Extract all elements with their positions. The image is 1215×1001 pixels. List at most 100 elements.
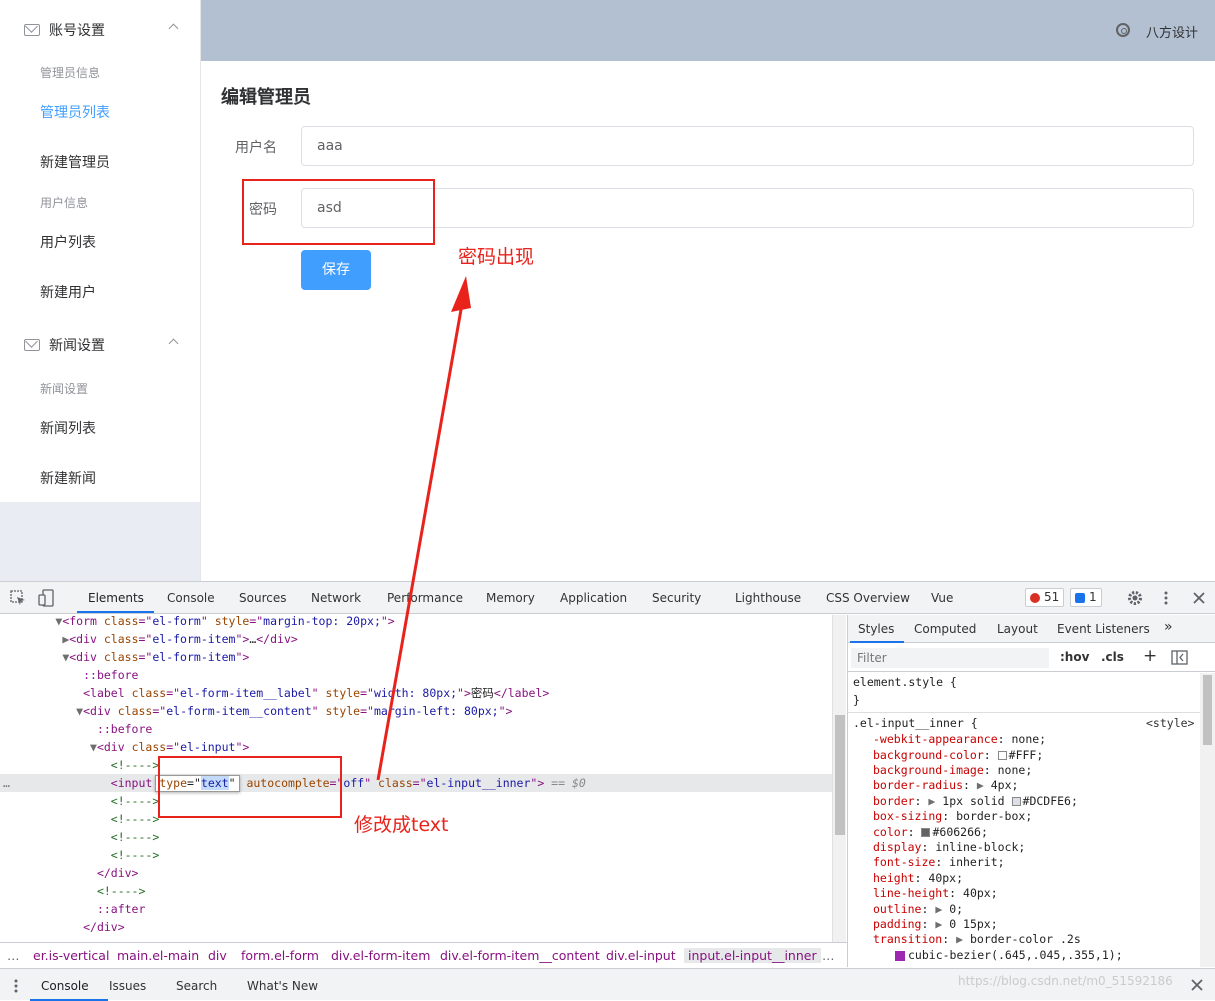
tab-network[interactable]: Network [311, 591, 361, 605]
breadcrumb-item[interactable]: main.el-main [117, 948, 199, 963]
menu-group-user-info: 用户信息 [40, 195, 89, 210]
more-options-icon[interactable] [1161, 590, 1171, 606]
css-declaration[interactable]: color: #606266; [873, 824, 988, 840]
close-devtools-icon[interactable] [1192, 591, 1206, 605]
dom-node[interactable]: <!----> [0, 792, 832, 810]
dom-tree-scrollbar[interactable] [832, 615, 846, 942]
close-drawer-icon[interactable] [1191, 979, 1203, 991]
breadcrumb-item[interactable]: div.el-form-item [331, 948, 430, 963]
scrollbar-thumb[interactable] [1203, 675, 1212, 745]
scrollbar-thumb[interactable] [835, 715, 845, 835]
css-declaration[interactable]: cubic-bezier(.645,.045,.355,1); [895, 947, 1123, 963]
breadcrumb-item-current[interactable]: input.el-input__inner [684, 948, 821, 963]
tab-memory[interactable]: Memory [486, 591, 535, 605]
dom-node[interactable]: <!----> [0, 846, 832, 864]
css-selector: element.style { [853, 675, 957, 689]
breadcrumb-item[interactable]: div.el-form-item__content [440, 948, 600, 963]
page-title: 编辑管理员 [221, 87, 311, 108]
tab-sources[interactable]: Sources [239, 591, 286, 605]
css-selector: .el-input__inner { [853, 716, 978, 730]
tab-computed[interactable]: Computed [914, 622, 976, 636]
drawer-tab-console[interactable]: Console [41, 979, 89, 993]
chevron-up-icon [168, 23, 179, 34]
css-declaration[interactable]: border-radius: ▶ 4px; [873, 777, 1018, 793]
menu-item-new-admin[interactable]: 新建管理员 [0, 142, 200, 182]
menu-item-user-list[interactable]: 用户列表 [0, 222, 200, 262]
tab-css-overview[interactable]: CSS Overview [826, 591, 910, 605]
breadcrumb-item[interactable]: div.el-input [606, 948, 676, 963]
watermark: https://blog.csdn.net/m0_51592186 [958, 974, 1173, 988]
css-declaration[interactable]: line-height: 40px; [873, 885, 998, 901]
css-declaration[interactable]: background-image: none; [873, 762, 1032, 778]
more-tabs-icon[interactable]: » [1164, 619, 1173, 635]
breadcrumb-item[interactable]: er.is-vertical [33, 948, 109, 963]
css-brace: } [853, 693, 860, 707]
menu-item-new-news[interactable]: 新建新闻 [0, 458, 200, 498]
web-app: 账号设置 管理员信息 管理员列表 新建管理员 用户信息 用户列表 新建用户 新闻… [0, 0, 1215, 581]
css-declaration[interactable]: height: 40px; [873, 870, 963, 886]
tab-styles[interactable]: Styles [858, 622, 894, 636]
save-button[interactable]: 保存 [301, 250, 371, 290]
submenu-title-label: 新闻设置 [49, 338, 105, 354]
styles-tab-bar: Styles Computed Layout Event Listeners » [848, 615, 1215, 643]
dom-node[interactable]: </div> [0, 918, 832, 936]
css-declaration[interactable]: display: inline-block; [873, 839, 1025, 855]
css-declaration[interactable]: background-color: #FFF; [873, 747, 1043, 763]
tab-security[interactable]: Security [652, 591, 701, 605]
submenu-news-settings[interactable]: 新闻设置 [0, 317, 200, 373]
menu-item-new-user[interactable]: 新建用户 [0, 272, 200, 312]
styles-scrollbar[interactable] [1200, 673, 1215, 967]
dom-node[interactable]: <!----> [0, 882, 832, 900]
tab-application[interactable]: Application [560, 591, 627, 605]
annotation-password-shown: 密码出现 [458, 246, 535, 268]
css-declaration[interactable]: border: ▶ 1px solid #DCDFE6; [873, 793, 1078, 809]
hover-state-toggle[interactable]: :hov [1060, 650, 1089, 664]
toggle-sidebar-icon[interactable] [1171, 650, 1188, 665]
dom-node[interactable]: </div> [0, 864, 832, 882]
tab-console[interactable]: Console [167, 591, 215, 605]
css-declaration[interactable]: font-size: inherit; [873, 854, 1005, 870]
tab-lighthouse[interactable]: Lighthouse [735, 591, 801, 605]
css-declaration[interactable]: box-sizing: border-box; [873, 808, 1032, 824]
menu-group-admin-info: 管理员信息 [40, 65, 101, 80]
header-user-name[interactable]: 八方设计 [1146, 22, 1198, 41]
tab-event-listeners[interactable]: Event Listeners [1057, 622, 1150, 636]
username-input[interactable]: aaa [301, 126, 1194, 166]
device-toolbar-icon[interactable] [38, 589, 56, 607]
message-count-badge[interactable]: 1 [1070, 588, 1102, 607]
main-content: 编辑管理员 用户名 aaa 密码 asd 保存 密码出现 [201, 61, 1215, 581]
submenu-account-settings[interactable]: 账号设置 [0, 2, 200, 58]
breadcrumb-item[interactable]: div [208, 948, 227, 963]
annotation-changed-to-text: 修改成text [354, 814, 449, 836]
drawer-tab-issues[interactable]: Issues [109, 979, 146, 993]
class-toggle[interactable]: .cls [1101, 650, 1124, 664]
menu-item-admin-list[interactable]: 管理员列表 [0, 92, 200, 132]
css-declaration[interactable]: padding: ▶ 0 15px; [873, 916, 998, 932]
mail-icon [24, 339, 40, 351]
drawer-tab-whats-new[interactable]: What's New [247, 979, 318, 993]
breadcrumb-overflow[interactable]: … [7, 948, 20, 963]
breadcrumb-overflow[interactable]: … [822, 948, 835, 963]
new-style-rule-icon[interactable]: + [1143, 646, 1157, 666]
gear-icon[interactable] [1116, 23, 1130, 37]
tab-vue[interactable]: Vue [931, 591, 953, 605]
sidebar: 账号设置 管理员信息 管理员列表 新建管理员 用户信息 用户列表 新建用户 新闻… [0, 0, 201, 581]
css-declaration[interactable]: outline: ▶ 0; [873, 901, 963, 917]
css-declaration[interactable]: transition: ▶ border-color .2s [873, 931, 1081, 947]
error-count-badge[interactable]: 51 [1025, 588, 1065, 607]
inspect-element-icon[interactable] [10, 590, 26, 606]
top-header: 八方设计 [201, 0, 1215, 61]
drawer-menu-icon[interactable] [12, 978, 20, 994]
css-source-link[interactable]: <style> [1146, 715, 1194, 731]
tab-layout[interactable]: Layout [997, 622, 1038, 636]
error-icon [1030, 593, 1040, 603]
devtools-tab-bar: Elements Console Sources Network Perform… [0, 582, 1215, 614]
drawer-tab-search[interactable]: Search [176, 979, 217, 993]
settings-gear-icon[interactable] [1126, 589, 1144, 607]
css-declaration[interactable]: -webkit-appearance: none; [873, 731, 1046, 747]
breadcrumb-item[interactable]: form.el-form [241, 948, 319, 963]
dom-node[interactable]: ::after [0, 900, 832, 918]
styles-filter-input[interactable]: Filter [851, 648, 1049, 668]
tab-elements[interactable]: Elements [88, 591, 144, 605]
menu-item-news-list[interactable]: 新闻列表 [0, 408, 200, 448]
